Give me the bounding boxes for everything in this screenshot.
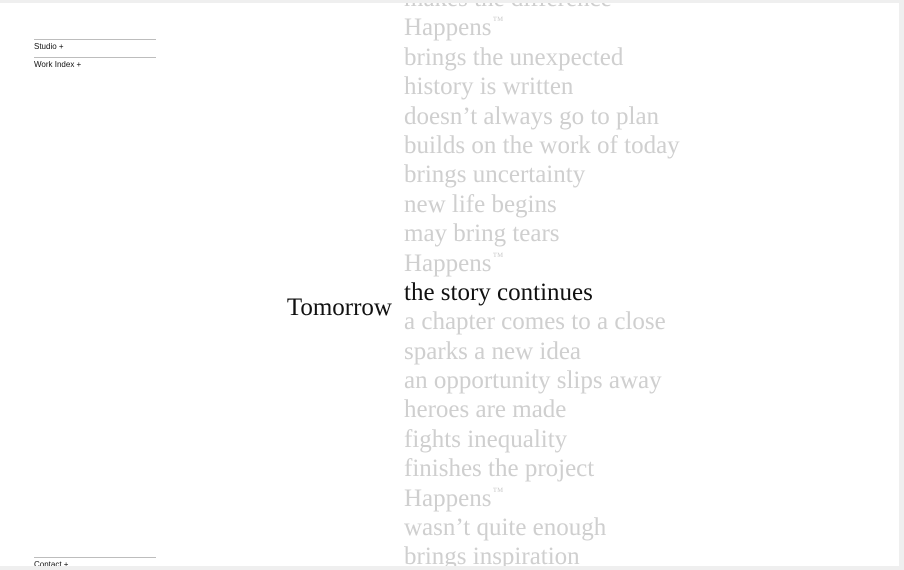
studio-menu-link[interactable]: Studio + bbox=[34, 39, 156, 57]
top-navigation: Studio + Work Index + bbox=[34, 39, 156, 75]
hero-lead-word: Tomorrow bbox=[286, 294, 392, 321]
phrase-item: finishes the project bbox=[404, 454, 680, 483]
phrase-item: builds on the work of today bbox=[404, 131, 680, 160]
phrase-item: brings inspiration bbox=[404, 542, 680, 566]
phrase-text: brings uncertainty bbox=[404, 161, 586, 189]
phrase-text: makes the difference bbox=[404, 3, 612, 12]
phrase-text: Happens bbox=[404, 14, 492, 42]
phrase-item: doesn’t always go to plan bbox=[404, 102, 680, 131]
phrase-item: Happens™ bbox=[404, 249, 680, 278]
contact-menu-link[interactable]: Contact + bbox=[34, 557, 156, 566]
trademark-mark: ™ bbox=[492, 250, 504, 263]
phrase-item: Happens™ bbox=[404, 484, 680, 513]
phrase-text: finishes the project bbox=[404, 455, 595, 483]
phrase-text: doesn’t always go to plan bbox=[404, 102, 660, 130]
phrase-item: may bring tears bbox=[404, 219, 680, 248]
phrase-item: makes the difference bbox=[404, 3, 680, 13]
phrase-text: history is written bbox=[404, 73, 574, 101]
phrase-item: new life begins bbox=[404, 190, 680, 219]
phrase-item: brings the unexpected bbox=[404, 43, 680, 72]
bottom-navigation: Contact + bbox=[34, 557, 156, 566]
phrase-item: sparks a new idea bbox=[404, 337, 680, 366]
phrase-item: brings uncertainty bbox=[404, 160, 680, 189]
phrase-text: Happens bbox=[404, 249, 492, 277]
trademark-mark: ™ bbox=[492, 15, 504, 28]
work-index-menu-link[interactable]: Work Index + bbox=[34, 57, 156, 75]
phrase-text: wasn’t quite enough bbox=[404, 514, 607, 542]
active-phrase: the story continues bbox=[404, 278, 680, 307]
phrase-text: brings inspiration bbox=[404, 543, 580, 566]
phrase-text: a chapter comes to a close bbox=[404, 308, 666, 336]
trademark-mark: ™ bbox=[492, 485, 504, 498]
phrase-item: history is written bbox=[404, 72, 680, 101]
phrase-text: may bring tears bbox=[404, 220, 560, 248]
phrase-text: fights inequality bbox=[404, 425, 568, 453]
phrase-text: the story continues bbox=[404, 278, 593, 306]
rotating-phrase-list: makes the differenceHappens™brings the u… bbox=[404, 3, 680, 566]
phrase-text: brings the unexpected bbox=[404, 43, 624, 71]
phrase-item: a chapter comes to a close bbox=[404, 307, 680, 336]
phrase-item: heroes are made bbox=[404, 395, 680, 424]
phrase-text: new life begins bbox=[404, 190, 557, 218]
phrase-item: an opportunity slips away bbox=[404, 366, 680, 395]
phrase-item: fights inequality bbox=[404, 425, 680, 454]
phrase-text: heroes are made bbox=[404, 396, 567, 424]
phrase-item: wasn’t quite enough bbox=[404, 513, 680, 542]
phrase-text: sparks a new idea bbox=[404, 337, 582, 365]
phrase-text: an opportunity slips away bbox=[404, 367, 662, 395]
phrase-item: Happens™ bbox=[404, 13, 680, 42]
phrase-text: Happens bbox=[404, 484, 492, 512]
page-viewport: Studio + Work Index + Tomorrow makes the… bbox=[0, 3, 899, 566]
phrase-text: builds on the work of today bbox=[404, 131, 680, 159]
